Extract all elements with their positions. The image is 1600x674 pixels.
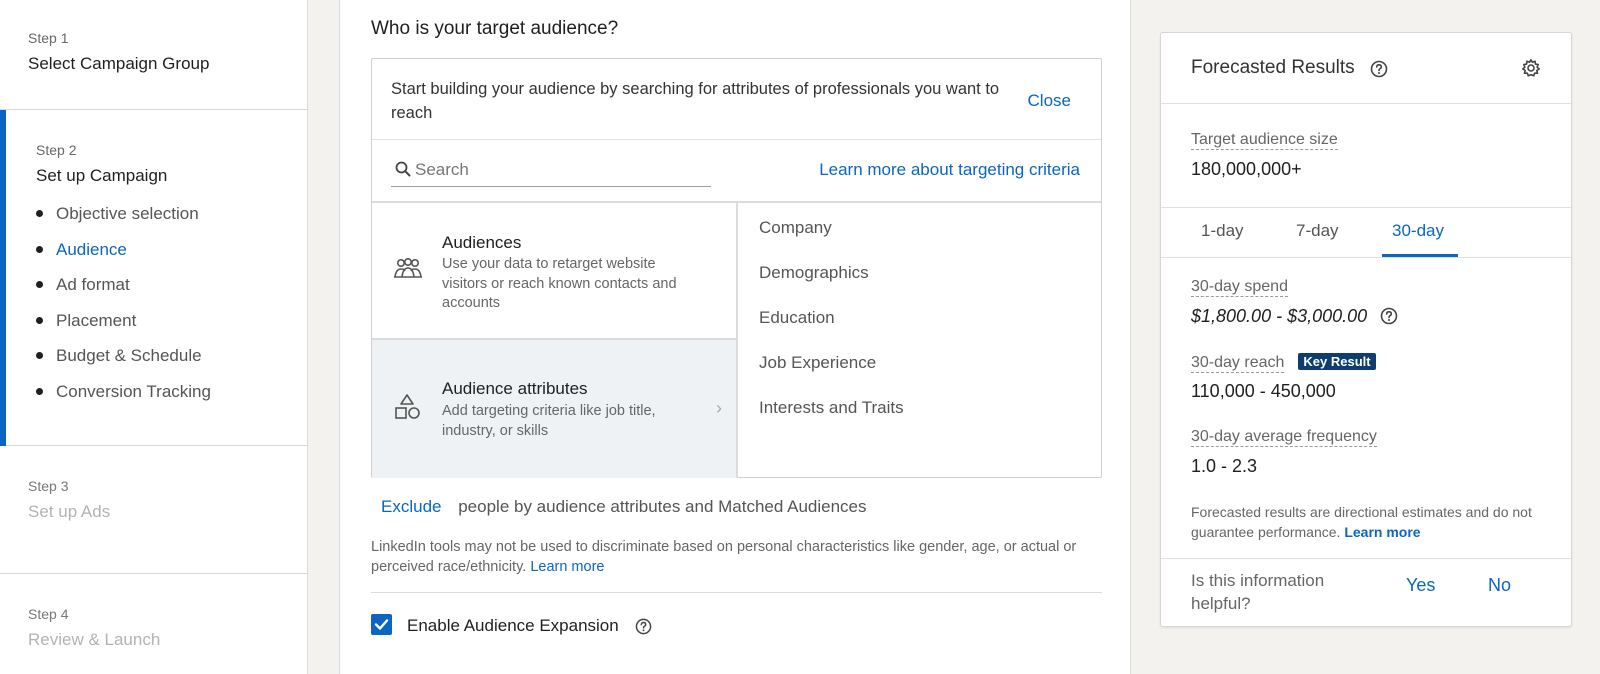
audience-type-list: Audiences Use your data to retarget webs… <box>372 203 736 478</box>
forecast-period-tabs: 1-day 7-day 30-day <box>1161 207 1571 257</box>
category-education[interactable]: Education <box>738 305 1101 350</box>
option-description: Use your data to retarget website visito… <box>442 256 677 311</box>
step-title[interactable]: Select Campaign Group <box>28 54 308 74</box>
forecast-title: Forecasted Results <box>1191 57 1355 78</box>
people-group-icon <box>392 257 424 286</box>
gear-icon[interactable] <box>1521 58 1541 83</box>
search-field <box>391 157 711 187</box>
tab-7-day[interactable]: 7-day <box>1296 221 1339 241</box>
divider <box>1161 103 1571 104</box>
attribute-category-list: Company Demographics Education Job Exper… <box>738 203 1101 478</box>
exclude-row: Exclude people by audience attributes an… <box>381 497 867 517</box>
spend-label: 30-day spend <box>1191 278 1288 297</box>
category-demographics[interactable]: Demographics <box>738 260 1101 305</box>
disclaimer-text: LinkedIn tools may not be used to discri… <box>371 539 1077 575</box>
step-number: Step 1 <box>28 30 69 46</box>
option-title: Audiences <box>442 233 522 252</box>
yes-button[interactable]: Yes <box>1406 575 1435 596</box>
help-icon[interactable] <box>635 618 652 640</box>
campaign-steps-sidebar: Step 1 Select Campaign Group Step 2 Set … <box>0 0 308 674</box>
frequency-label: 30-day average frequency <box>1191 428 1377 447</box>
divider <box>1161 558 1571 559</box>
checkmark-icon <box>374 619 389 630</box>
substep-audience[interactable]: Audience <box>36 236 308 272</box>
substep-budget-schedule[interactable]: Budget & Schedule <box>36 342 308 378</box>
targeting-card: Start building your audience by searchin… <box>371 58 1102 478</box>
audience-size-value: 180,000,000+ <box>1191 159 1302 179</box>
help-icon[interactable] <box>1370 60 1388 83</box>
search-icon <box>395 161 411 182</box>
help-icon[interactable] <box>1380 305 1398 325</box>
substep-objective-selection[interactable]: Objective selection <box>36 200 308 236</box>
step-2: Step 2 Set up Campaign Objective selecti… <box>0 110 308 446</box>
shapes-icon <box>392 392 422 427</box>
tab-1-day[interactable]: 1-day <box>1201 221 1244 241</box>
audience-expansion-checkbox[interactable] <box>371 614 392 635</box>
chevron-right-icon: › <box>716 398 722 418</box>
active-step-indicator <box>0 110 6 446</box>
substep-ad-format[interactable]: Ad format <box>36 271 308 307</box>
audience-expansion-label: Enable Audience Expansion <box>407 616 619 635</box>
divider <box>372 139 1101 140</box>
no-button[interactable]: No <box>1488 575 1511 596</box>
targeting-intro-text: Start building your audience by searchin… <box>391 80 1000 122</box>
substep-placement[interactable]: Placement <box>36 307 308 343</box>
audiences-option[interactable]: Audiences Use your data to retarget webs… <box>372 203 736 338</box>
tab-30-day[interactable]: 30-day <box>1392 221 1444 241</box>
step-title: Review & Launch <box>28 630 161 649</box>
audience-panel: Who is your target audience? Start build… <box>339 0 1131 674</box>
close-button[interactable]: Close <box>1028 91 1071 111</box>
category-company[interactable]: Company <box>738 215 1101 260</box>
section-heading: Who is your target audience? <box>371 18 619 39</box>
option-description: Add targeting criteria like job title, i… <box>442 403 656 439</box>
divider <box>371 592 1102 593</box>
category-job-experience[interactable]: Job Experience <box>738 350 1101 395</box>
discrimination-disclaimer: LinkedIn tools may not be used to discri… <box>371 538 1091 577</box>
step-number: Step 4 <box>28 606 69 622</box>
learn-more-targeting-link[interactable]: Learn more about targeting criteria <box>819 160 1080 180</box>
step-1[interactable]: Step 1 Select Campaign Group <box>0 0 308 110</box>
search-input[interactable] <box>415 157 705 183</box>
spend-value: $1,800.00 - $3,000.00 <box>1191 306 1368 326</box>
reach-value: 110,000 - 450,000 <box>1191 381 1336 401</box>
key-result-badge: Key Result <box>1298 353 1376 370</box>
option-title: Audience attributes <box>442 379 588 398</box>
disclaimer-learn-more-link[interactable]: Learn more <box>530 559 604 575</box>
step-4: Step 4 Review & Launch <box>0 574 308 674</box>
audience-size-label: Target audience size <box>1191 131 1338 150</box>
step-number: Step 3 <box>28 478 69 494</box>
divider <box>1161 257 1571 258</box>
substep-conversion-tracking[interactable]: Conversion Tracking <box>36 378 308 414</box>
substep-list: Objective selection Audience Ad format P… <box>36 200 308 413</box>
helpful-question: Is this information helpful? <box>1191 571 1325 613</box>
category-interests-traits[interactable]: Interests and Traits <box>738 395 1101 440</box>
step-3: Step 3 Set up Ads <box>0 446 308 574</box>
frequency-value: 1.0 - 2.3 <box>1191 456 1258 476</box>
forecasted-results-card: Forecasted Results Target audience size … <box>1160 32 1572 627</box>
audience-attributes-option[interactable]: Audience attributes Add targeting criter… <box>372 340 736 478</box>
step-title: Set up Campaign <box>36 166 168 185</box>
forecast-disclaimer: Forecasted results are directional estim… <box>1191 503 1541 542</box>
exclude-button[interactable]: Exclude <box>381 497 441 516</box>
exclude-description: people by audience attributes and Matche… <box>458 497 867 516</box>
reach-label: 30-day reach Key Result <box>1191 353 1376 373</box>
spend-value-row: $1,800.00 - $3,000.00 <box>1191 305 1398 327</box>
forecast-learn-more-link[interactable]: Learn more <box>1344 524 1420 540</box>
step-number: Step 2 <box>36 142 77 158</box>
step-title: Set up Ads <box>28 502 111 521</box>
